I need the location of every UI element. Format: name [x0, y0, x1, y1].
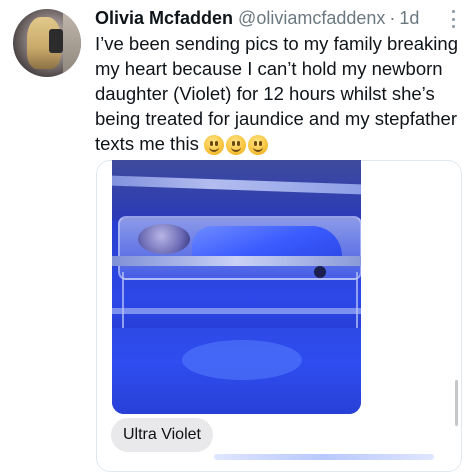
next-media-preview [214, 454, 434, 460]
avatar-phone [49, 29, 63, 53]
photo-light-glow [182, 340, 302, 380]
slightly-smiling-face-emoji [203, 134, 224, 155]
tweet-text-container: I’ve been sending pics to my family brea… [95, 31, 467, 158]
attached-photo[interactable] [112, 160, 361, 414]
slightly-smiling-face-emoji [247, 134, 268, 155]
message-bubble: Ultra Violet [111, 418, 213, 452]
photo-baby [138, 224, 190, 254]
author-handle[interactable]: @oliviamcfaddenx [238, 8, 385, 28]
tweet-text: I’ve been sending pics to my family brea… [95, 33, 458, 154]
avatar-background [63, 9, 81, 77]
scrollbar[interactable] [455, 380, 458, 426]
photo-rail [112, 256, 361, 266]
slightly-smiling-face-emoji [225, 134, 246, 155]
author-name[interactable]: Olivia Mcfadden [95, 8, 233, 28]
more-options-icon[interactable] [450, 10, 456, 28]
more-dot [451, 17, 455, 21]
tweet-header: Olivia Mcfadden @oliviamcfaddenx · 1d [95, 6, 444, 30]
tweet-time[interactable]: 1d [399, 8, 419, 28]
avatar[interactable] [13, 9, 81, 77]
photo-frame [122, 272, 358, 334]
more-dot [451, 10, 455, 13]
emoji-group [203, 133, 270, 158]
photo-shelf [112, 308, 361, 314]
more-dot [451, 25, 455, 28]
separator-dot: · [389, 8, 396, 28]
tweet[interactable]: Olivia Mcfadden @oliviamcfaddenx · 1d I’ve … [0, 0, 474, 472]
